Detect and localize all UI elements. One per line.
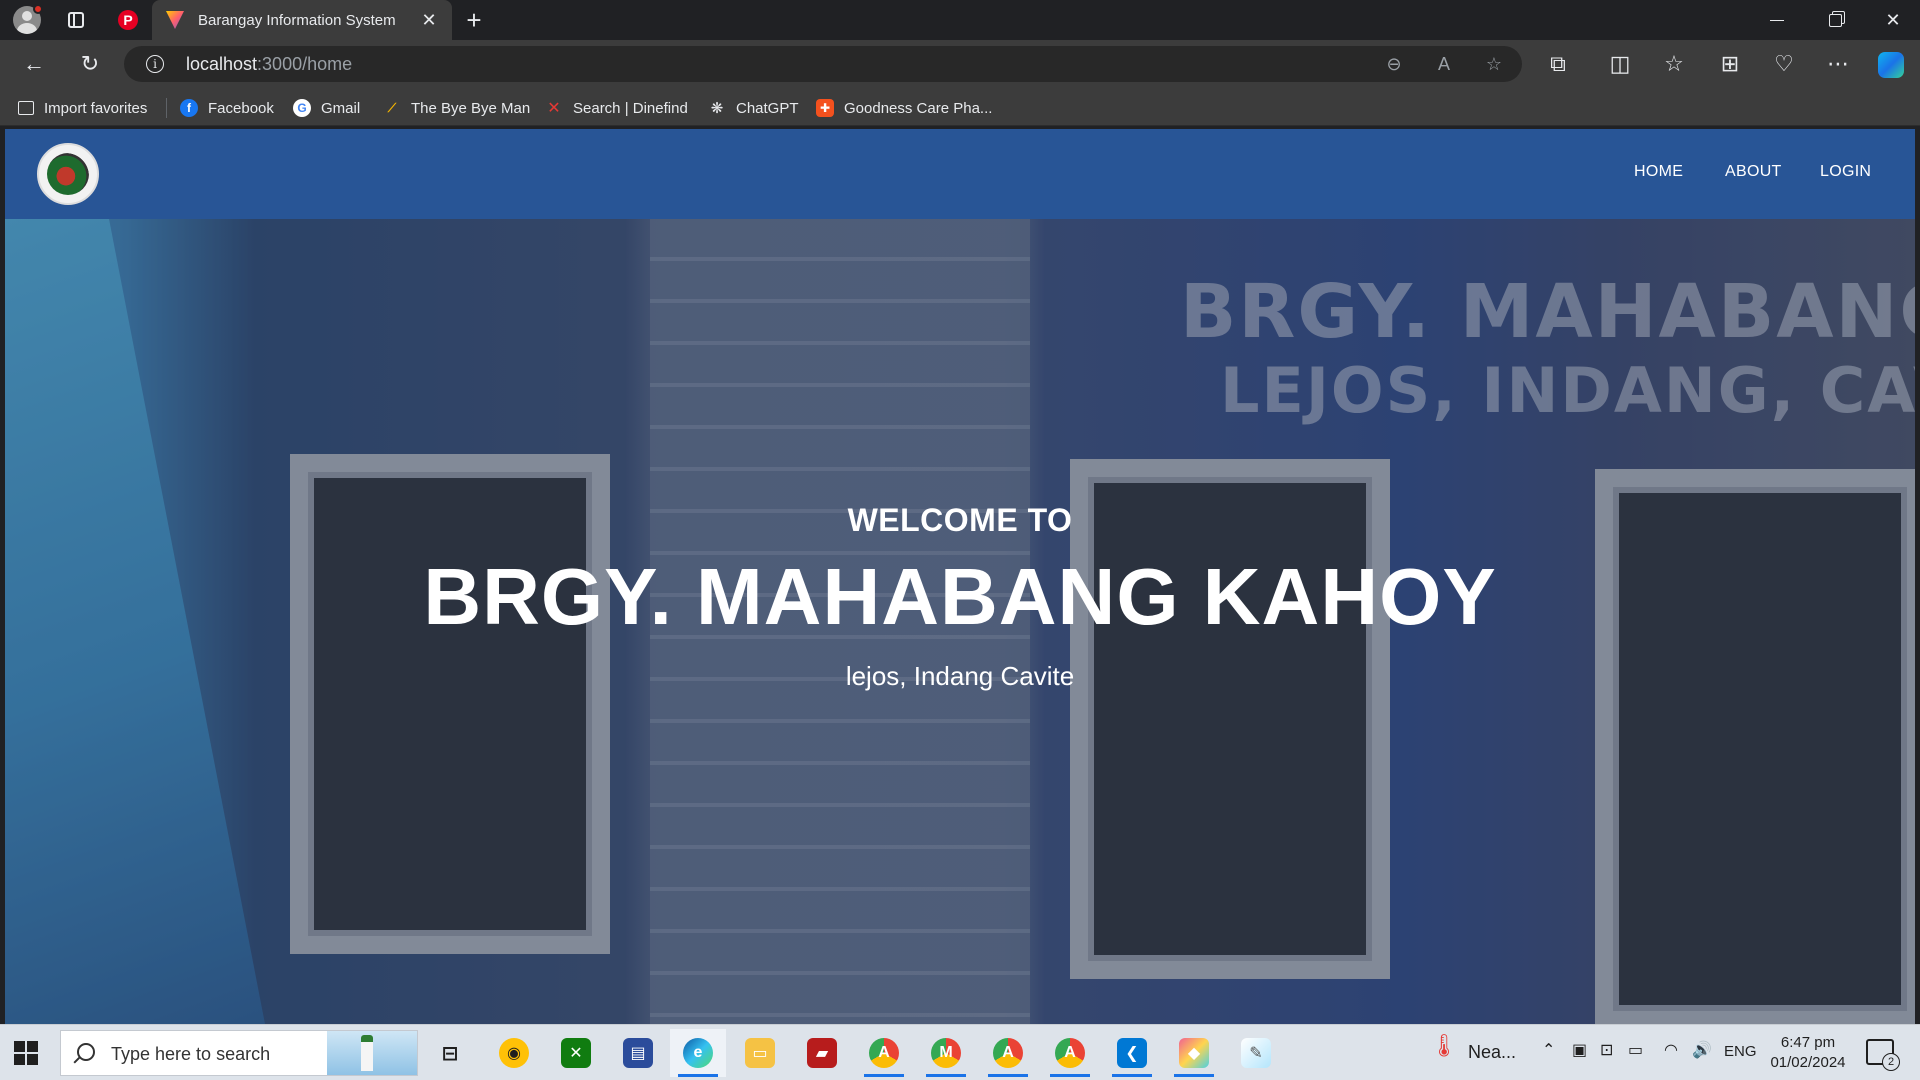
back-icon[interactable]: ← [18,48,50,80]
reload-icon[interactable]: ↻ [74,48,106,80]
file-explorer-icon[interactable]: ▭ [732,1029,788,1077]
browser-essentials-icon[interactable]: ♡ [1768,48,1800,80]
tab-close-icon[interactable]: ✕ [420,10,438,31]
task-view-icon[interactable]: ⊟ [422,1029,478,1077]
show-hidden-icons-icon[interactable]: ⌃ [1542,1040,1555,1060]
taskbar-clock[interactable]: 6:47 pm 01/02/2024 [1762,1033,1854,1073]
paint-app-icon[interactable]: ✎ [1228,1029,1284,1077]
weather-temperature-icon[interactable]: 🌡 [1430,1033,1458,1059]
google-icon: G [293,99,311,117]
notification-center-icon[interactable]: 2 [1866,1039,1900,1071]
meet-icon[interactable]: ▣ [1572,1040,1587,1060]
favorite-item[interactable]: ✚ Goodness Care Pha... [816,97,992,119]
chrome-app-icon[interactable]: A [980,1029,1036,1077]
vscode-app-icon[interactable]: ❮ [1104,1029,1160,1077]
windows-taskbar: Type here to search ⊟ ◉ ✕ ▤ e ▭ ▰ A M A … [0,1024,1920,1080]
browser-toolbar: ← ↻ i localhost:3000/home ⊖ A ☆ ⧉ ◫ ☆ ⊞ … [0,40,1920,88]
clock-date: 01/02/2024 [1770,1054,1846,1071]
search-highlight-image [327,1031,417,1075]
dinefind-icon: ✕ [547,100,561,117]
favorites-icon[interactable]: ☆ [1658,48,1690,80]
xbox-app-icon[interactable]: ✕ [548,1029,604,1077]
favorite-item[interactable]: f Facebook [180,97,274,119]
site-navbar: HOME ABOUT LOGIN [5,129,1915,219]
bookmark-icon: ⟋ [387,100,397,115]
clock-time: 6:47 pm [1780,1034,1836,1051]
pharmacy-icon: ✚ [816,99,834,117]
chrome-profile-a-icon[interactable]: A [856,1029,912,1077]
browser-tab-strip: P Barangay Information System ✕ + ✕ [0,0,1920,40]
new-tab-icon[interactable]: + [460,5,488,35]
red-app-icon[interactable]: ▰ [794,1029,850,1077]
tab-title: Barangay Information System [198,11,396,29]
close-window-icon[interactable]: ✕ [1864,0,1920,40]
favorites-bar: Import favorites f Facebook G Gmail ⟋ Th… [0,88,1920,126]
printer-app-icon[interactable]: ▤ [610,1029,666,1077]
colorful-app-icon[interactable]: ◆ [1166,1029,1222,1077]
hero-welcome-text: WELCOME TO [847,502,1073,538]
chatgpt-icon: ❋ [710,100,724,117]
taskbar-search-placeholder: Type here to search [111,1044,271,1064]
copilot-icon[interactable] [1878,52,1904,78]
nav-home-link[interactable]: HOME [1634,163,1683,181]
taskbar-search-box[interactable]: Type here to search [60,1030,418,1076]
import-icon [18,101,34,115]
address-url[interactable]: localhost:3000/home [186,54,352,75]
hero-subtitle: lejos, Indang Cavite [845,661,1075,691]
favorite-star-icon[interactable]: ☆ [1482,52,1506,76]
language-indicator[interactable]: ENG [1724,1043,1757,1060]
facebook-icon: f [180,99,198,117]
search-icon [77,1043,95,1061]
edge-app-icon[interactable]: e [670,1029,726,1077]
notification-count-badge: 2 [1882,1053,1900,1071]
favorite-item[interactable]: ✕ Search | Dinefind [545,97,688,119]
read-aloud-icon[interactable]: A [1432,52,1456,76]
windows-start-icon[interactable] [14,1041,38,1065]
wifi-icon[interactable]: ◠ [1664,1040,1678,1060]
tab-favicon-icon [166,11,184,29]
chrome-red-profile-icon[interactable]: A [1042,1029,1098,1077]
favorite-item[interactable]: G Gmail [293,97,360,119]
barangay-seal-logo[interactable] [37,143,99,205]
favorite-item[interactable]: Import favorites [18,97,147,119]
battery-icon[interactable]: ▭ [1628,1040,1643,1060]
chrome-profile-m-icon[interactable]: M [918,1029,974,1077]
restore-window-icon[interactable] [1806,0,1864,40]
active-tab[interactable]: Barangay Information System ✕ [152,0,452,40]
address-bar[interactable]: i localhost:3000/home ⊖ A ☆ [124,46,1522,82]
collections-icon[interactable]: ⊞ [1714,48,1746,80]
split-screen-icon[interactable]: ◫ [1604,48,1636,80]
zoom-out-icon[interactable]: ⊖ [1382,52,1406,76]
minimize-window-icon[interactable] [1748,0,1806,40]
favorite-item[interactable]: ❋ ChatGPT [708,97,799,119]
favorite-item[interactable]: ⟋ The Bye Bye Man [383,97,530,119]
nav-login-link[interactable]: LOGIN [1820,163,1871,181]
hero-title: BRGY. MAHABANG KAHOY [423,552,1497,641]
extensions-icon[interactable]: ⧉ [1542,48,1574,80]
pinterest-tab-icon[interactable]: P [114,6,142,34]
favorites-divider [166,98,167,118]
profile-avatar-icon[interactable] [13,4,43,34]
norton-app-icon[interactable]: ◉ [486,1029,542,1077]
weather-text[interactable]: Nea... [1468,1042,1516,1063]
hero-section: BRGY. MAHABANG KAHOY LEJOS, INDANG, CAVI… [5,219,1915,1024]
more-options-icon[interactable]: ⋯ [1822,48,1854,80]
volume-icon[interactable]: 🔊 [1692,1040,1712,1060]
site-info-icon[interactable]: i [146,55,164,73]
web-page: HOME ABOUT LOGIN BRGY. MAHABANG KAHOY LE… [5,129,1915,1024]
nav-about-link[interactable]: ABOUT [1725,163,1782,181]
tab-actions-icon[interactable] [62,6,90,34]
display-icon[interactable]: ⊡ [1600,1040,1613,1060]
